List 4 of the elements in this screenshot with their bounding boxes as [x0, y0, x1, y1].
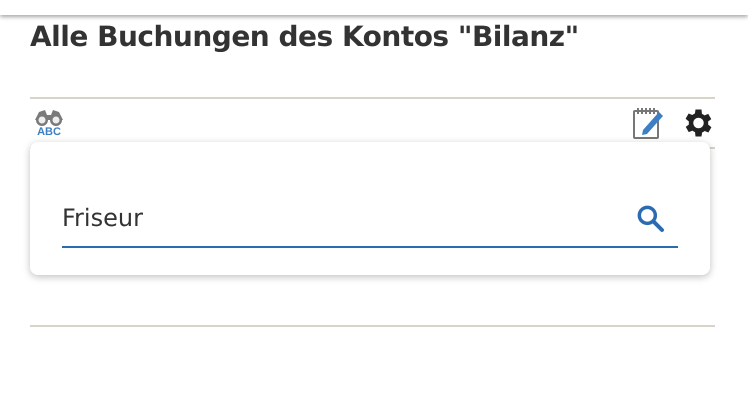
- search-field[interactable]: Friseur: [62, 190, 678, 248]
- page-title: Alle Buchungen des Kontos "Bilanz": [30, 19, 580, 55]
- binoculars-search-button[interactable]: ABC: [30, 108, 68, 138]
- notepad-pencil-icon[interactable]: [631, 106, 665, 140]
